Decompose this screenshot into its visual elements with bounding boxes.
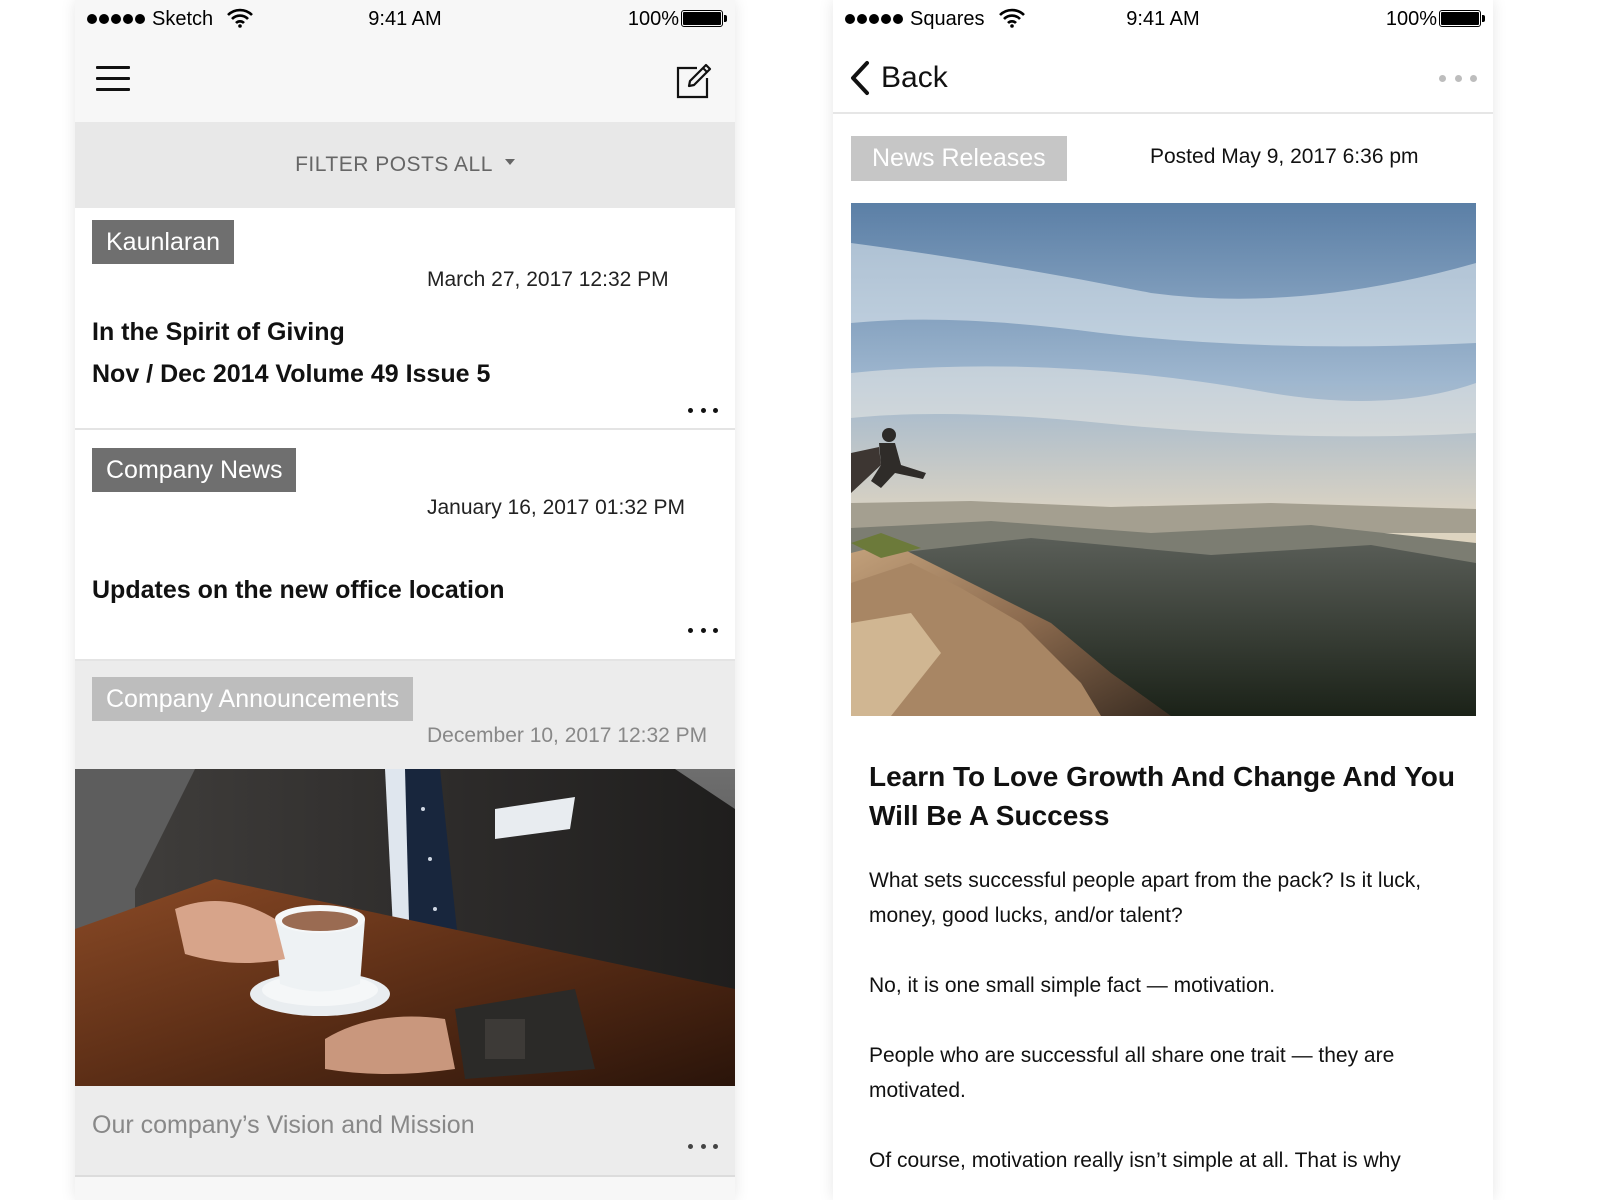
article-detail-screen: Squares 9:41 AM 100% Back News Releases … (833, 0, 1493, 1200)
more-options-icon[interactable] (688, 405, 718, 415)
nav-header (75, 40, 735, 122)
back-button[interactable]: Back (849, 58, 948, 98)
article-category-tag[interactable]: News Releases (851, 136, 1067, 181)
article-paragraph: No, it is one small simple fact — motiva… (869, 974, 1276, 997)
more-options-icon[interactable] (688, 1141, 718, 1151)
more-options-icon[interactable] (688, 625, 718, 635)
article-paragraph: What sets successful people apart from t… (869, 869, 1422, 927)
chevron-left-icon (851, 61, 869, 95)
posts-list-screen: Sketch 9:41 AM 100% FILTER POSTS ALL Kau… (75, 0, 735, 1200)
post-cover-image[interactable] (75, 769, 735, 1086)
article-title: Learn To Love Growth And Change And You … (869, 761, 1455, 831)
post-subtitle[interactable]: Nov / Dec 2014 Volume 49 Issue 5 (92, 360, 490, 389)
post-card[interactable]: Kaunlaran March 27, 2017 12:32 PM In the… (75, 208, 735, 430)
post-date: January 16, 2017 01:32 PM (427, 496, 686, 519)
status-bar: Squares 9:41 AM 100% (833, 0, 1493, 40)
battery-icon (1439, 10, 1485, 27)
coffee-cup-photo (75, 769, 735, 1086)
chevron-down-icon (504, 159, 515, 165)
post-card[interactable]: Company News January 16, 2017 01:32 PM U… (75, 430, 735, 661)
post-date: December 10, 2017 12:32 PM (427, 724, 708, 747)
battery-icon (681, 10, 727, 27)
filter-label: FILTER POSTS ALL (295, 153, 493, 176)
post-title[interactable]: In the Spirit of Giving (92, 318, 345, 347)
post-category-tag[interactable]: Company Announcements (92, 677, 414, 721)
compose-icon[interactable] (675, 62, 713, 100)
article-paragraph: Of course, motivation really isn’t simpl… (869, 1149, 1401, 1172)
article-paragraph: People who are successful all share one … (869, 1044, 1395, 1102)
battery-percent: 100% (627, 8, 679, 30)
post-category-tag[interactable]: Company News (92, 448, 297, 492)
nav-header: Back (833, 40, 1493, 114)
post-title[interactable]: Updates on the new office location (92, 576, 505, 605)
post-category-tag[interactable]: Kaunlaran (92, 220, 234, 264)
article-body: What sets successful people apart from t… (869, 863, 1469, 1200)
battery-percent: 100% (1385, 8, 1437, 30)
article-hero-image (851, 203, 1476, 716)
status-bar: Sketch 9:41 AM 100% (75, 0, 735, 40)
hamburger-icon[interactable] (96, 66, 130, 92)
article-posted-date: Posted May 9, 2017 6:36 pm (1150, 145, 1419, 168)
mountain-cliff-photo (851, 203, 1476, 716)
more-options-icon[interactable] (1439, 75, 1477, 83)
filter-posts-dropdown[interactable]: FILTER POSTS ALL (75, 122, 735, 208)
back-label: Back (881, 61, 948, 94)
post-date: March 27, 2017 12:32 PM (427, 268, 669, 291)
post-title[interactable]: Our company’s Vision and Mission (92, 1111, 475, 1140)
